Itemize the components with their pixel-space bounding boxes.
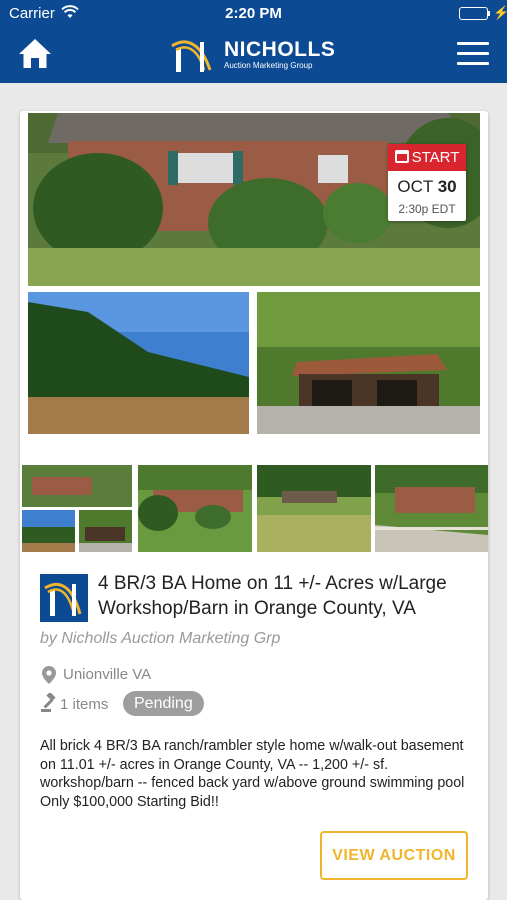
- start-month: OCT: [397, 177, 433, 196]
- house-front-photo[interactable]: START OCT 30 2:30p EDT: [28, 113, 480, 286]
- items-count: 1 items: [60, 696, 109, 713]
- auctioneer-byline: by Nicholls Auction Marketing Grp: [40, 630, 281, 647]
- hamburger-menu-icon: [457, 42, 489, 45]
- house-yard-photo[interactable]: [138, 465, 252, 552]
- logo-mark: [171, 40, 212, 72]
- gavel-icon: [41, 693, 56, 712]
- nicholls-logo[interactable]: NICHOLLS Auction Marketing Group: [170, 34, 340, 76]
- location-pin-icon: [42, 666, 56, 684]
- start-label: START: [411, 149, 460, 166]
- auction-title[interactable]: 4 BR/3 BA Home on 11 +/- Acres w/Large W…: [98, 571, 483, 621]
- barn-photo[interactable]: [257, 292, 480, 434]
- home-icon: [19, 39, 51, 68]
- home-button[interactable]: [17, 37, 53, 71]
- house-deck-photo[interactable]: [375, 465, 488, 552]
- status-badge: Pending: [123, 691, 204, 716]
- start-date-badge: START OCT 30 2:30p EDT: [388, 144, 466, 221]
- organizer-logo[interactable]: [40, 574, 88, 622]
- logo-subtitle: Auction Marketing Group: [224, 61, 313, 70]
- start-time: 2:30p EDT: [398, 202, 456, 216]
- status-bar: Carrier 2:20 PM ⚡: [0, 0, 507, 27]
- charging-bolt-icon: ⚡: [493, 5, 507, 20]
- start-day: 30: [437, 177, 457, 196]
- nav-bar: NICHOLLS Auction Marketing Group: [0, 27, 507, 83]
- view-auction-button[interactable]: VIEW AUCTION: [320, 831, 468, 880]
- logo-name: NICHOLLS: [224, 38, 336, 61]
- clock: 2:20 PM: [225, 5, 282, 22]
- field-photo[interactable]: [28, 292, 249, 434]
- property-collage-photo[interactable]: [22, 465, 132, 552]
- calendar-icon: [394, 150, 409, 163]
- auction-card[interactable]: START OCT 30 2:30p EDT 4 BR/3 BA Home on…: [20, 111, 488, 900]
- battery-icon: [459, 7, 488, 20]
- house-lawn-photo[interactable]: [257, 465, 371, 552]
- auction-description: All brick 4 BR/3 BA ranch/rambler style …: [40, 738, 465, 810]
- menu-button[interactable]: [457, 42, 489, 68]
- location-label: Unionville VA: [63, 666, 152, 683]
